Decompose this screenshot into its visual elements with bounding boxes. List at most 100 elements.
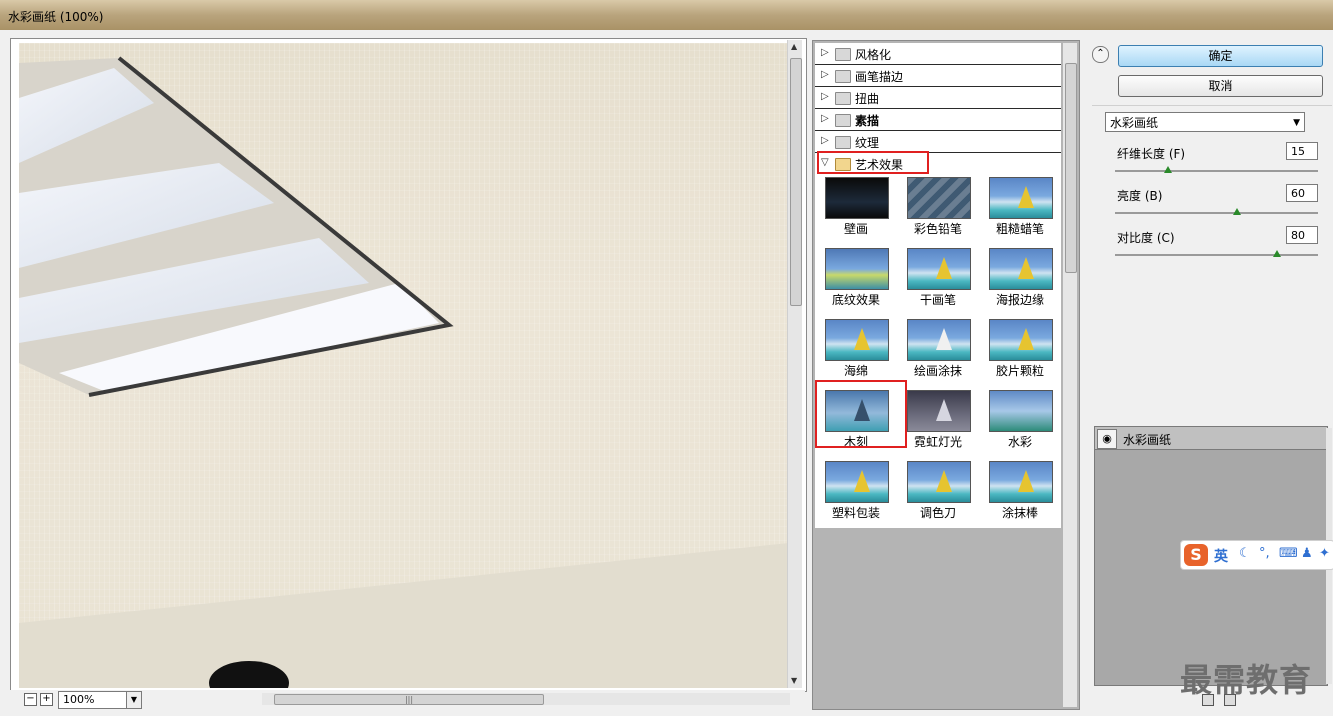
filter-fresco[interactable]: 壁画 <box>823 176 889 238</box>
filter-preview-image <box>825 461 889 503</box>
scroll-thumb[interactable] <box>1065 63 1077 273</box>
preview-horizontal-scrollbar[interactable]: ||| <box>262 693 790 705</box>
filter-underpainting[interactable]: 底纹效果 <box>823 247 889 309</box>
param-label-brightness: 亮度 (B) <box>1117 189 1163 203</box>
skin-icon[interactable]: ✦ <box>1319 546 1330 561</box>
preview-frame <box>10 38 807 692</box>
preview-footer: − + 100% ▼ ||| <box>10 690 805 710</box>
filter-select-value: 水彩画纸 <box>1110 116 1159 130</box>
expand-triangle-icon[interactable]: ▷ <box>821 91 829 102</box>
filter-film-grain[interactable]: 胶片颗粒 <box>987 318 1053 380</box>
filter-label: 粗糙蜡笔 <box>995 222 1044 236</box>
filter-smudge-stick[interactable]: 绘画涂抹 <box>905 318 971 380</box>
filter-preview-image <box>989 319 1053 361</box>
expand-triangle-icon[interactable]: ▷ <box>821 47 829 58</box>
slider-knob[interactable] <box>1273 250 1281 257</box>
category-label: 扭曲 <box>855 92 880 106</box>
filter-preview-image <box>907 177 971 219</box>
keyboard-icon[interactable]: ⌨ <box>1279 546 1298 561</box>
chevron-down-icon: ▼ <box>1293 118 1300 128</box>
expand-triangle-icon[interactable]: ▷ <box>821 135 829 146</box>
folder-icon <box>835 70 851 83</box>
collapse-icon[interactable]: ⌃ <box>1092 46 1109 63</box>
chevron-down-icon[interactable]: ▼ <box>126 691 142 709</box>
preview-image <box>19 56 789 688</box>
filter-select[interactable]: 水彩画纸 ▼ <box>1105 112 1305 132</box>
category-distort[interactable]: ▷ 扭曲 <box>815 87 1061 109</box>
filter-sponge[interactable]: 海绵 <box>823 318 889 380</box>
filter-preview-image <box>825 319 889 361</box>
punctuation-icon[interactable]: °, <box>1259 546 1270 561</box>
filter-preview-image <box>825 248 889 290</box>
filter-colored-pencil[interactable]: 彩色铅笔 <box>905 176 971 238</box>
filter-watercolor[interactable]: 水彩 <box>987 389 1053 451</box>
expand-triangle-icon[interactable]: ▷ <box>821 69 829 80</box>
folder-icon <box>835 136 851 149</box>
window-title: 水彩画纸 (100%) <box>8 10 104 24</box>
preview-vertical-scrollbar[interactable]: ▲ ▼ <box>787 40 802 688</box>
scroll-thumb[interactable]: ||| <box>274 694 544 705</box>
filter-thumbnails: 壁画 彩色铅笔 粗糙蜡笔 底纹效果 干画笔 海报边缘 海绵 绘画涂抹 胶片颗粒 … <box>815 174 1061 528</box>
brightness-slider[interactable] <box>1115 208 1318 215</box>
category-sketch[interactable]: ▷ 素描 <box>815 109 1061 131</box>
effect-layer-row[interactable]: ◉ 水彩画纸 <box>1095 427 1327 450</box>
user-icon[interactable]: ♟ <box>1301 546 1313 561</box>
fiber-length-slider[interactable] <box>1115 166 1318 173</box>
filter-label: 霓虹灯光 <box>913 435 962 449</box>
sogou-logo-icon: S <box>1184 544 1208 566</box>
filter-label: 底纹效果 <box>831 293 880 307</box>
filter-label: 海绵 <box>843 364 868 378</box>
zoom-level-field[interactable]: 100% <box>58 691 128 709</box>
expand-triangle-icon[interactable]: ▷ <box>821 113 829 124</box>
param-label-contrast: 对比度 (C) <box>1117 231 1175 245</box>
filter-preview-image <box>989 461 1053 503</box>
filter-palette-knife[interactable]: 调色刀 <box>905 460 971 522</box>
highlight-box-artistic <box>817 151 929 174</box>
category-stylize[interactable]: ▷ 风格化 <box>815 43 1061 65</box>
category-label: 纹理 <box>855 136 880 150</box>
half-width-moon-icon[interactable]: ☾ <box>1239 546 1251 561</box>
zoom-out-button[interactable]: − <box>24 693 37 706</box>
cancel-button[interactable]: 取消 <box>1118 75 1323 97</box>
filter-paint-daubs[interactable]: 涂抹棒 <box>987 460 1053 522</box>
ok-button[interactable]: 确定 <box>1118 45 1323 67</box>
filter-preview-image <box>907 319 971 361</box>
preview-canvas[interactable] <box>19 43 789 688</box>
eye-icon[interactable]: ◉ <box>1097 429 1117 449</box>
filter-rough-pastels[interactable]: 粗糙蜡笔 <box>987 176 1053 238</box>
filter-poster-edges[interactable]: 海报边缘 <box>987 247 1053 309</box>
slider-knob[interactable] <box>1233 208 1241 215</box>
ime-toolbar[interactable]: S 英 ☾ °, ⌨ ♟ ✦ <box>1180 540 1333 570</box>
filter-preview-image <box>989 177 1053 219</box>
slider-knob[interactable] <box>1164 166 1172 173</box>
category-texture[interactable]: ▷ 纹理 <box>815 131 1061 153</box>
category-brush-strokes[interactable]: ▷ 画笔描边 <box>815 65 1061 87</box>
filter-neon-glow[interactable]: 霓虹灯光 <box>905 389 971 451</box>
filter-preview-image <box>907 390 971 432</box>
zoom-in-button[interactable]: + <box>40 693 53 706</box>
scroll-thumb[interactable] <box>790 58 802 306</box>
folder-icon <box>835 114 851 127</box>
filter-plastic-wrap[interactable]: 塑料包装 <box>823 460 889 522</box>
brightness-field[interactable]: 60 <box>1286 184 1318 202</box>
fiber-length-field[interactable]: 15 <box>1286 142 1318 160</box>
filter-label: 绘画涂抹 <box>913 364 962 378</box>
filter-gallery: ▷ 风格化 ▷ 画笔描边 ▷ 扭曲 ▷ 素描 ▷ 纹理 ▽ 艺术效果 壁画 彩色… <box>812 40 1080 710</box>
contrast-field[interactable]: 80 <box>1286 226 1318 244</box>
filter-preview-image <box>825 177 889 219</box>
ime-language-label[interactable]: 英 <box>1214 546 1228 566</box>
filter-label: 彩色铅笔 <box>913 222 962 236</box>
param-label-fiber-length: 纤维长度 (F) <box>1117 147 1186 161</box>
highlight-box-cutout <box>815 380 907 448</box>
folder-icon <box>835 48 851 61</box>
filter-dry-brush[interactable]: 干画笔 <box>905 247 971 309</box>
filter-list-scrollbar[interactable] <box>1063 43 1077 707</box>
effect-layer-label: 水彩画纸 <box>1123 433 1172 447</box>
scroll-down-icon[interactable]: ▼ <box>791 676 797 685</box>
filter-preview-image <box>907 248 971 290</box>
scroll-up-icon[interactable]: ▲ <box>791 42 797 51</box>
filter-preview-image <box>907 461 971 503</box>
contrast-slider[interactable] <box>1115 250 1318 257</box>
filter-label: 塑料包装 <box>831 506 880 520</box>
filter-preview-image <box>989 390 1053 432</box>
